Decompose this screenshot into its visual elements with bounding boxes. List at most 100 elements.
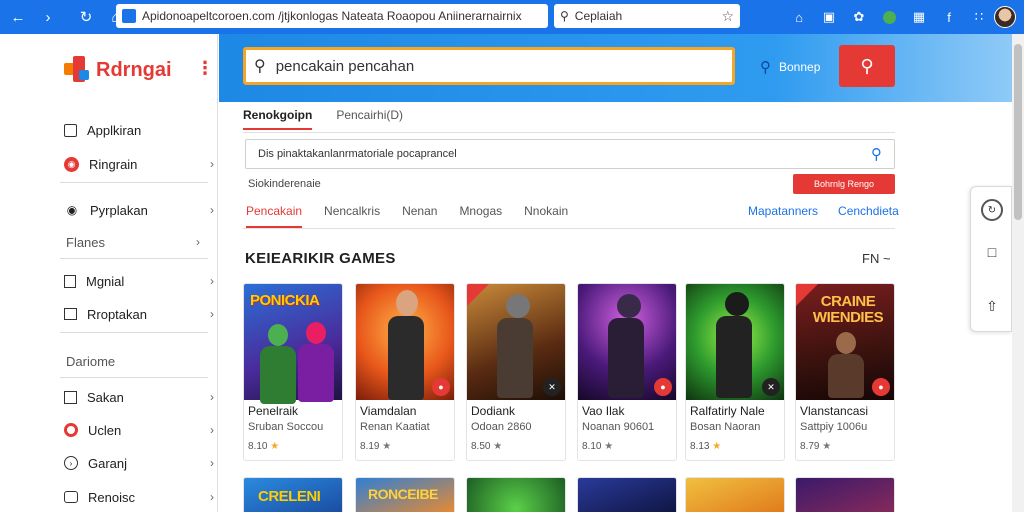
search-icon[interactable]: ⚲: [871, 145, 882, 163]
search-icon: ⚲: [560, 9, 569, 23]
chevron-right-icon: ›: [210, 390, 214, 404]
sidebar-item-renoisc[interactable]: Renoisc ›: [64, 485, 214, 509]
category-divider: [243, 228, 895, 229]
link-mapatanners[interactable]: Mapatanners: [748, 204, 818, 218]
browser-toolbar: ← › ↻ ⌂ Apidonoapeltcoroen.com /jtjkonlo…: [0, 0, 1024, 34]
tab-nenan[interactable]: Nenan: [402, 204, 437, 228]
badge-icon: ●: [432, 378, 450, 396]
header-link-label: Bonnep: [779, 60, 821, 74]
sidebar-item-pyrplakan[interactable]: ◉ Pyrplakan ›: [64, 198, 214, 222]
game-card[interactable]: [577, 477, 677, 512]
forward-chevron-icon[interactable]: ›: [36, 5, 60, 29]
swords-icon: ✕: [762, 378, 780, 396]
filter-button[interactable]: Bohrnlg Rengo: [793, 174, 895, 194]
game-cover: ●: [356, 284, 454, 400]
tab-pencairhi[interactable]: Pencairhi(D): [336, 108, 403, 130]
cover-title-text: CRAINE WIENDIES: [812, 293, 884, 326]
apps-grid-icon[interactable]: ∷: [964, 9, 994, 25]
search-icon: ⚲: [760, 59, 771, 76]
link-cenchdieta[interactable]: Cenchdieta: [838, 204, 899, 218]
sidebar-item-uclen[interactable]: Uclen ›: [64, 418, 214, 442]
game-title: Viamdalan: [360, 404, 417, 418]
tab-pencakain[interactable]: Pencakain: [246, 204, 303, 228]
reload-icon[interactable]: ↻: [74, 5, 98, 29]
clipboard-icon[interactable]: ▣: [814, 9, 844, 25]
green-dot-icon[interactable]: [874, 10, 904, 24]
logo-text: Rdrngai: [96, 58, 172, 81]
game-card[interactable]: CRAINE WIENDIES ● Vlanstancasi Sattpiy 1…: [795, 283, 895, 461]
game-cover: ✕: [686, 284, 784, 400]
bookmark-star-icon[interactable]: ☆: [721, 8, 734, 25]
facebook-icon[interactable]: f: [934, 10, 964, 25]
flower-icon[interactable]: ✿: [844, 9, 874, 25]
game-card[interactable]: [466, 477, 566, 512]
game-card[interactable]: PONICKIA Penelraik Sruban Soccou 8.10 ★: [243, 283, 343, 461]
sidebar-section-dariome[interactable]: Dariome: [66, 354, 115, 369]
house-icon[interactable]: ⌂: [784, 10, 814, 25]
puzzle-icon: [64, 274, 76, 288]
floating-action-panel: ↻ □ ⇧: [970, 186, 1012, 332]
address-text: Apidonoapeltcoroen.com /jtjkonlogas Nate…: [142, 9, 522, 23]
share-icon[interactable]: ⇧: [981, 295, 1003, 317]
browser-search-text: Ceplaiah: [574, 9, 623, 23]
main-search-input[interactable]: ⚲ pencakain pencahan: [243, 47, 735, 85]
bag-icon[interactable]: ▦: [904, 9, 934, 25]
header-search-link[interactable]: ⚲ Bonnep: [760, 58, 820, 76]
game-card[interactable]: ● Viamdalan Renan Kaatiat 8.19 ★: [355, 283, 455, 461]
game-card[interactable]: [795, 477, 895, 512]
sidebar-section-flanes[interactable]: Flanes ›: [66, 235, 200, 250]
sidebar-item-mgnial[interactable]: Mgnial ›: [64, 269, 214, 293]
tab-renokgoipn[interactable]: Renokgoipn: [243, 108, 313, 130]
game-card[interactable]: CRELENI: [243, 477, 343, 512]
tab-nencalkris[interactable]: Nencalkris: [324, 204, 380, 228]
sidebar-item-label: Renoisc: [88, 489, 135, 505]
cover-title-text: PONICKIA: [250, 292, 320, 309]
refresh-icon[interactable]: ↻: [981, 199, 1003, 221]
tab-mnogas[interactable]: Mnogas: [459, 204, 502, 228]
badge-icon: ●: [654, 378, 672, 396]
sidebar-divider: [60, 182, 208, 183]
address-bar[interactable]: Apidonoapeltcoroen.com /jtjkonlogas Nate…: [116, 4, 548, 28]
list-icon: [64, 308, 77, 320]
game-card[interactable]: RONCEIBE: [355, 477, 455, 512]
game-card[interactable]: ✕ Ralfatirly Nale Bosan Naoran 8.13 ★: [685, 283, 785, 461]
target-icon: [64, 423, 78, 437]
sidebar-divider: [60, 258, 208, 259]
sidebar-item-applkiran[interactable]: Applkiran: [64, 118, 214, 142]
filter-search-input[interactable]: Dis pinaktakanlanrmatoriale pocaprancel …: [245, 139, 895, 169]
app-logo[interactable]: Rdrngai: [64, 56, 172, 84]
game-card[interactable]: ✕ Dodiank Odoan 2860 8.50 ★: [466, 283, 566, 461]
sidebar-section-label: Dariome: [66, 354, 116, 369]
section-sort-dropdown[interactable]: FN ~: [862, 251, 891, 266]
sidebar-item-sakan[interactable]: Sakan ›: [64, 385, 214, 409]
controller-icon: [64, 491, 78, 503]
game-subtitle: Bosan Naoran: [690, 421, 761, 433]
game-card[interactable]: ● Vao Ilak Noanan 90601 8.10 ★: [577, 283, 677, 461]
avatar[interactable]: [994, 6, 1016, 28]
tabs-divider: [243, 132, 895, 133]
clock-icon: ›: [64, 456, 78, 470]
sidebar-item-label: Applkiran: [87, 122, 142, 138]
sidebar-item-garanj[interactable]: › Garanj ›: [64, 451, 214, 475]
back-arrow-icon[interactable]: ←: [6, 5, 30, 29]
sidebar-item-rroptakan[interactable]: Rroptakan ›: [64, 302, 214, 326]
logo-mark-icon: [64, 56, 92, 84]
sidebar-item-label: Uclen: [88, 422, 122, 438]
browser-search-box[interactable]: ⚲ Ceplaiah ☆: [554, 4, 740, 28]
more-vertical-icon[interactable]: ⋮: [196, 58, 214, 79]
game-cover: ●: [578, 284, 676, 400]
game-subtitle: Sattpiy 1006u: [800, 421, 868, 433]
ring-icon: ◉: [64, 156, 79, 172]
chevron-right-icon: ›: [196, 235, 200, 249]
game-rating: 8.10 ★: [582, 441, 614, 452]
sidebar-item-ringrain[interactable]: ◉ Ringrain ›: [64, 152, 214, 176]
search-button[interactable]: ⚲: [839, 45, 895, 87]
grid-icon: [64, 123, 77, 137]
page-scrollbar[interactable]: [1012, 34, 1024, 512]
page-icon[interactable]: □: [981, 241, 1003, 263]
game-title: Vao Ilak: [582, 404, 625, 418]
game-card[interactable]: [685, 477, 785, 512]
tab-nnokain[interactable]: Nnokain: [524, 204, 568, 228]
game-title: Penelraik: [248, 404, 299, 418]
scrollbar-thumb[interactable]: [1014, 44, 1022, 220]
